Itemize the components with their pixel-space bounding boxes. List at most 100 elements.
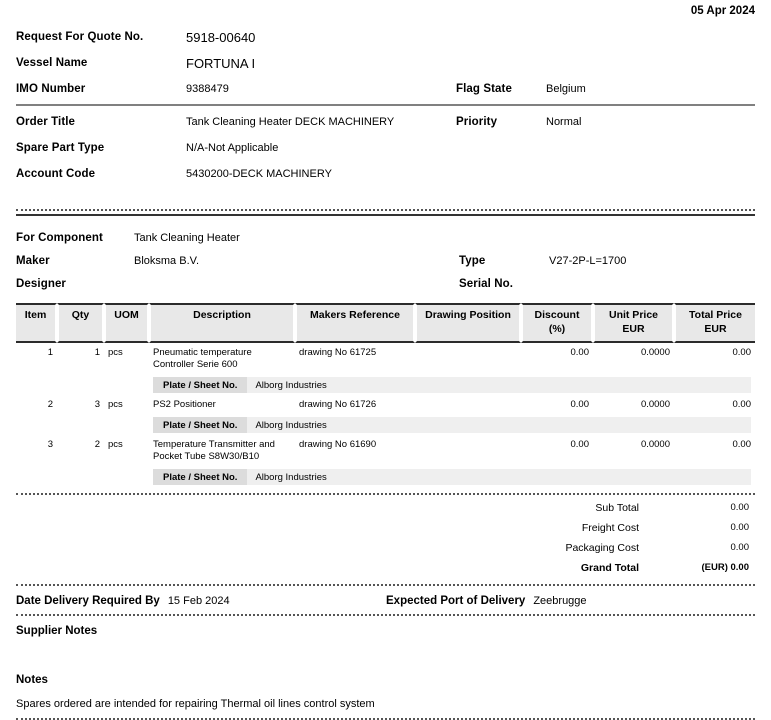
header-row-spare-part-type: Spare Part Type N/A-Not Applicable (16, 135, 755, 161)
label-freight-cost: Freight Cost (581, 521, 639, 534)
label-account-code: Account Code (16, 168, 96, 180)
heading-supplier-notes: Supplier Notes (16, 624, 98, 637)
cell-drawing-position (415, 435, 521, 465)
cell-discount: 0.00 (570, 399, 590, 411)
cell-total-price: 0.00 (732, 399, 752, 411)
cell-item: 3 (47, 438, 53, 450)
label-sub-total: Sub Total (595, 501, 639, 514)
value-freight-cost: 0.00 (730, 522, 750, 534)
col-header-unit-price-line2: EUR (622, 322, 645, 335)
cell-discount: 0.00 (570, 438, 590, 450)
label-expected-port-of-delivery: Expected Port of Delivery (386, 594, 526, 607)
quote-document: 05 Apr 2024 Request For Quote No. 5918-0… (0, 0, 771, 720)
label-request-for-quote-no: Request For Quote No. (16, 31, 144, 43)
component-block: For Component Tank Cleaning Heater Maker… (16, 216, 755, 295)
cell-makers-reference: drawing No 61690 (299, 438, 377, 450)
cell-unit-price: 0.0000 (640, 438, 670, 450)
label-grand-total: Grand Total (580, 561, 639, 574)
totals-row-sub-total: Sub Total 0.00 (16, 498, 755, 518)
cell-unit-price: 0.0000 (640, 399, 670, 411)
value-imo-number: 9388479 (186, 83, 229, 95)
header-row-imo-number: IMO Number 9388479 Flag State Belgium (16, 76, 755, 102)
cell-total-price: 0.00 (732, 347, 752, 359)
supplier-notes-body (16, 637, 755, 665)
value-expected-port-of-delivery: Zeebrugge (533, 594, 587, 607)
col-header-makers-reference: Makers Reference (295, 303, 415, 344)
col-header-uom: UOM (104, 303, 149, 344)
col-header-drawing-position: Drawing Position (415, 303, 521, 344)
value-flag-state: Belgium (546, 83, 586, 95)
totals-row-freight-cost: Freight Cost 0.00 (16, 518, 755, 538)
cell-total-price: 0.00 (732, 438, 752, 450)
value-type: V27-2P-L=1700 (549, 254, 627, 267)
label-date-delivery-required-by: Date Delivery Required By (16, 594, 160, 607)
divider-bottom (16, 717, 755, 720)
plate-sheet-value: Alborg Industries (255, 419, 327, 431)
value-sub-total: 0.00 (730, 502, 750, 514)
notes-body: Spares ordered are intended for repairin… (16, 697, 375, 710)
header-row-rfq: Request For Quote No. 5918-00640 (16, 24, 755, 50)
delivery-port-group: Expected Port of Delivery Zeebrugge (386, 595, 755, 607)
header-row-vessel-name: Vessel Name FORTUNA I (16, 50, 755, 76)
cell-item: 1 (47, 347, 53, 359)
label-for-component: For Component (16, 231, 103, 244)
label-spare-part-type: Spare Part Type (16, 142, 105, 154)
col-header-unit-price-line1: Unit Price (608, 309, 658, 321)
col-header-total-price-line2: EUR (704, 322, 727, 335)
totals-row-packaging-cost: Packaging Cost 0.00 (16, 538, 755, 558)
col-header-uom-line1: UOM (114, 309, 139, 321)
cell-uom: pcs (108, 438, 123, 450)
cell-drawing-position (415, 343, 521, 373)
cell-description: PS2 Positioner (153, 399, 216, 411)
table-row: 2 3 pcs PS2 Positioner drawing No 61726 … (16, 395, 755, 413)
col-header-description: Description (149, 303, 295, 344)
plate-sheet-label: Plate / Sheet No. (153, 377, 248, 394)
col-header-unit-price: Unit Price EUR (593, 303, 674, 344)
label-designer: Designer (16, 277, 67, 290)
label-imo-number: IMO Number (16, 83, 86, 95)
items-header-row: Item Qty UOM Description Makers Referenc… (16, 303, 755, 344)
value-account-code: 5430200-DECK MACHINERY (186, 168, 332, 180)
label-order-title: Order Title (16, 116, 76, 128)
cell-description: Temperature Transmitter and Pocket Tube … (153, 438, 275, 462)
component-row-for-component: For Component Tank Cleaning Heater (16, 226, 755, 249)
table-row: 3 2 pcs Temperature Transmitter and Pock… (16, 435, 755, 465)
col-header-item: Item (16, 303, 57, 344)
items-table: Item Qty UOM Description Makers Referenc… (16, 303, 755, 487)
value-maker: Bloksma B.V. (134, 254, 200, 267)
label-priority: Priority (456, 116, 498, 128)
col-header-total-price: Total Price EUR (674, 303, 755, 344)
cell-description: Pneumatic temperature Controller Serie 6… (153, 347, 252, 371)
cell-drawing-position (415, 395, 521, 413)
component-row-maker: Maker Bloksma B.V. Type V27-2P-L=1700 (16, 249, 755, 272)
col-header-makers-reference-line1: Makers Reference (310, 309, 400, 321)
items-table-head: Item Qty UOM Description Makers Referenc… (16, 303, 755, 344)
cell-qty: 1 (94, 347, 100, 359)
value-vessel-name: FORTUNA I (186, 55, 256, 71)
cell-qty: 2 (94, 438, 100, 450)
header-row-account-code: Account Code 5430200-DECK MACHINERY (16, 161, 755, 187)
col-header-item-line1: Item (24, 309, 47, 321)
col-header-discount-line1: Discount (534, 309, 580, 321)
divider-above-totals (16, 492, 755, 495)
cell-makers-reference: drawing No 61726 (299, 399, 377, 411)
value-for-component: Tank Cleaning Heater (134, 231, 240, 244)
cell-item: 2 (47, 399, 53, 411)
items-table-body: 1 1 pcs Pneumatic temperature Controller… (16, 343, 755, 486)
label-serial-no: Serial No. (459, 277, 514, 290)
header-info-block: Request For Quote No. 5918-00640 Vessel … (16, 0, 755, 187)
cell-uom: pcs (108, 399, 123, 411)
delivery-block: Date Delivery Required By 15 Feb 2024 Ex… (16, 586, 755, 614)
dotted-rule-top (16, 209, 755, 211)
totals-row-grand-total: Grand Total (EUR) 0.00 (16, 558, 755, 578)
label-packaging-cost: Packaging Cost (565, 541, 639, 554)
col-header-discount-line2: (%) (548, 322, 566, 335)
label-flag-state: Flag State (456, 83, 512, 95)
header-row-order-title: Order Title Tank Cleaning Heater DECK MA… (16, 109, 755, 135)
label-type: Type (459, 254, 486, 267)
col-header-drawing-position-line1: Drawing Position (425, 309, 511, 321)
notes-block: Notes Spares ordered are intended for re… (16, 665, 755, 710)
component-row-designer: Designer Serial No. (16, 272, 755, 295)
value-order-title: Tank Cleaning Heater DECK MACHINERY (186, 116, 395, 128)
col-header-discount: Discount (%) (521, 303, 593, 344)
